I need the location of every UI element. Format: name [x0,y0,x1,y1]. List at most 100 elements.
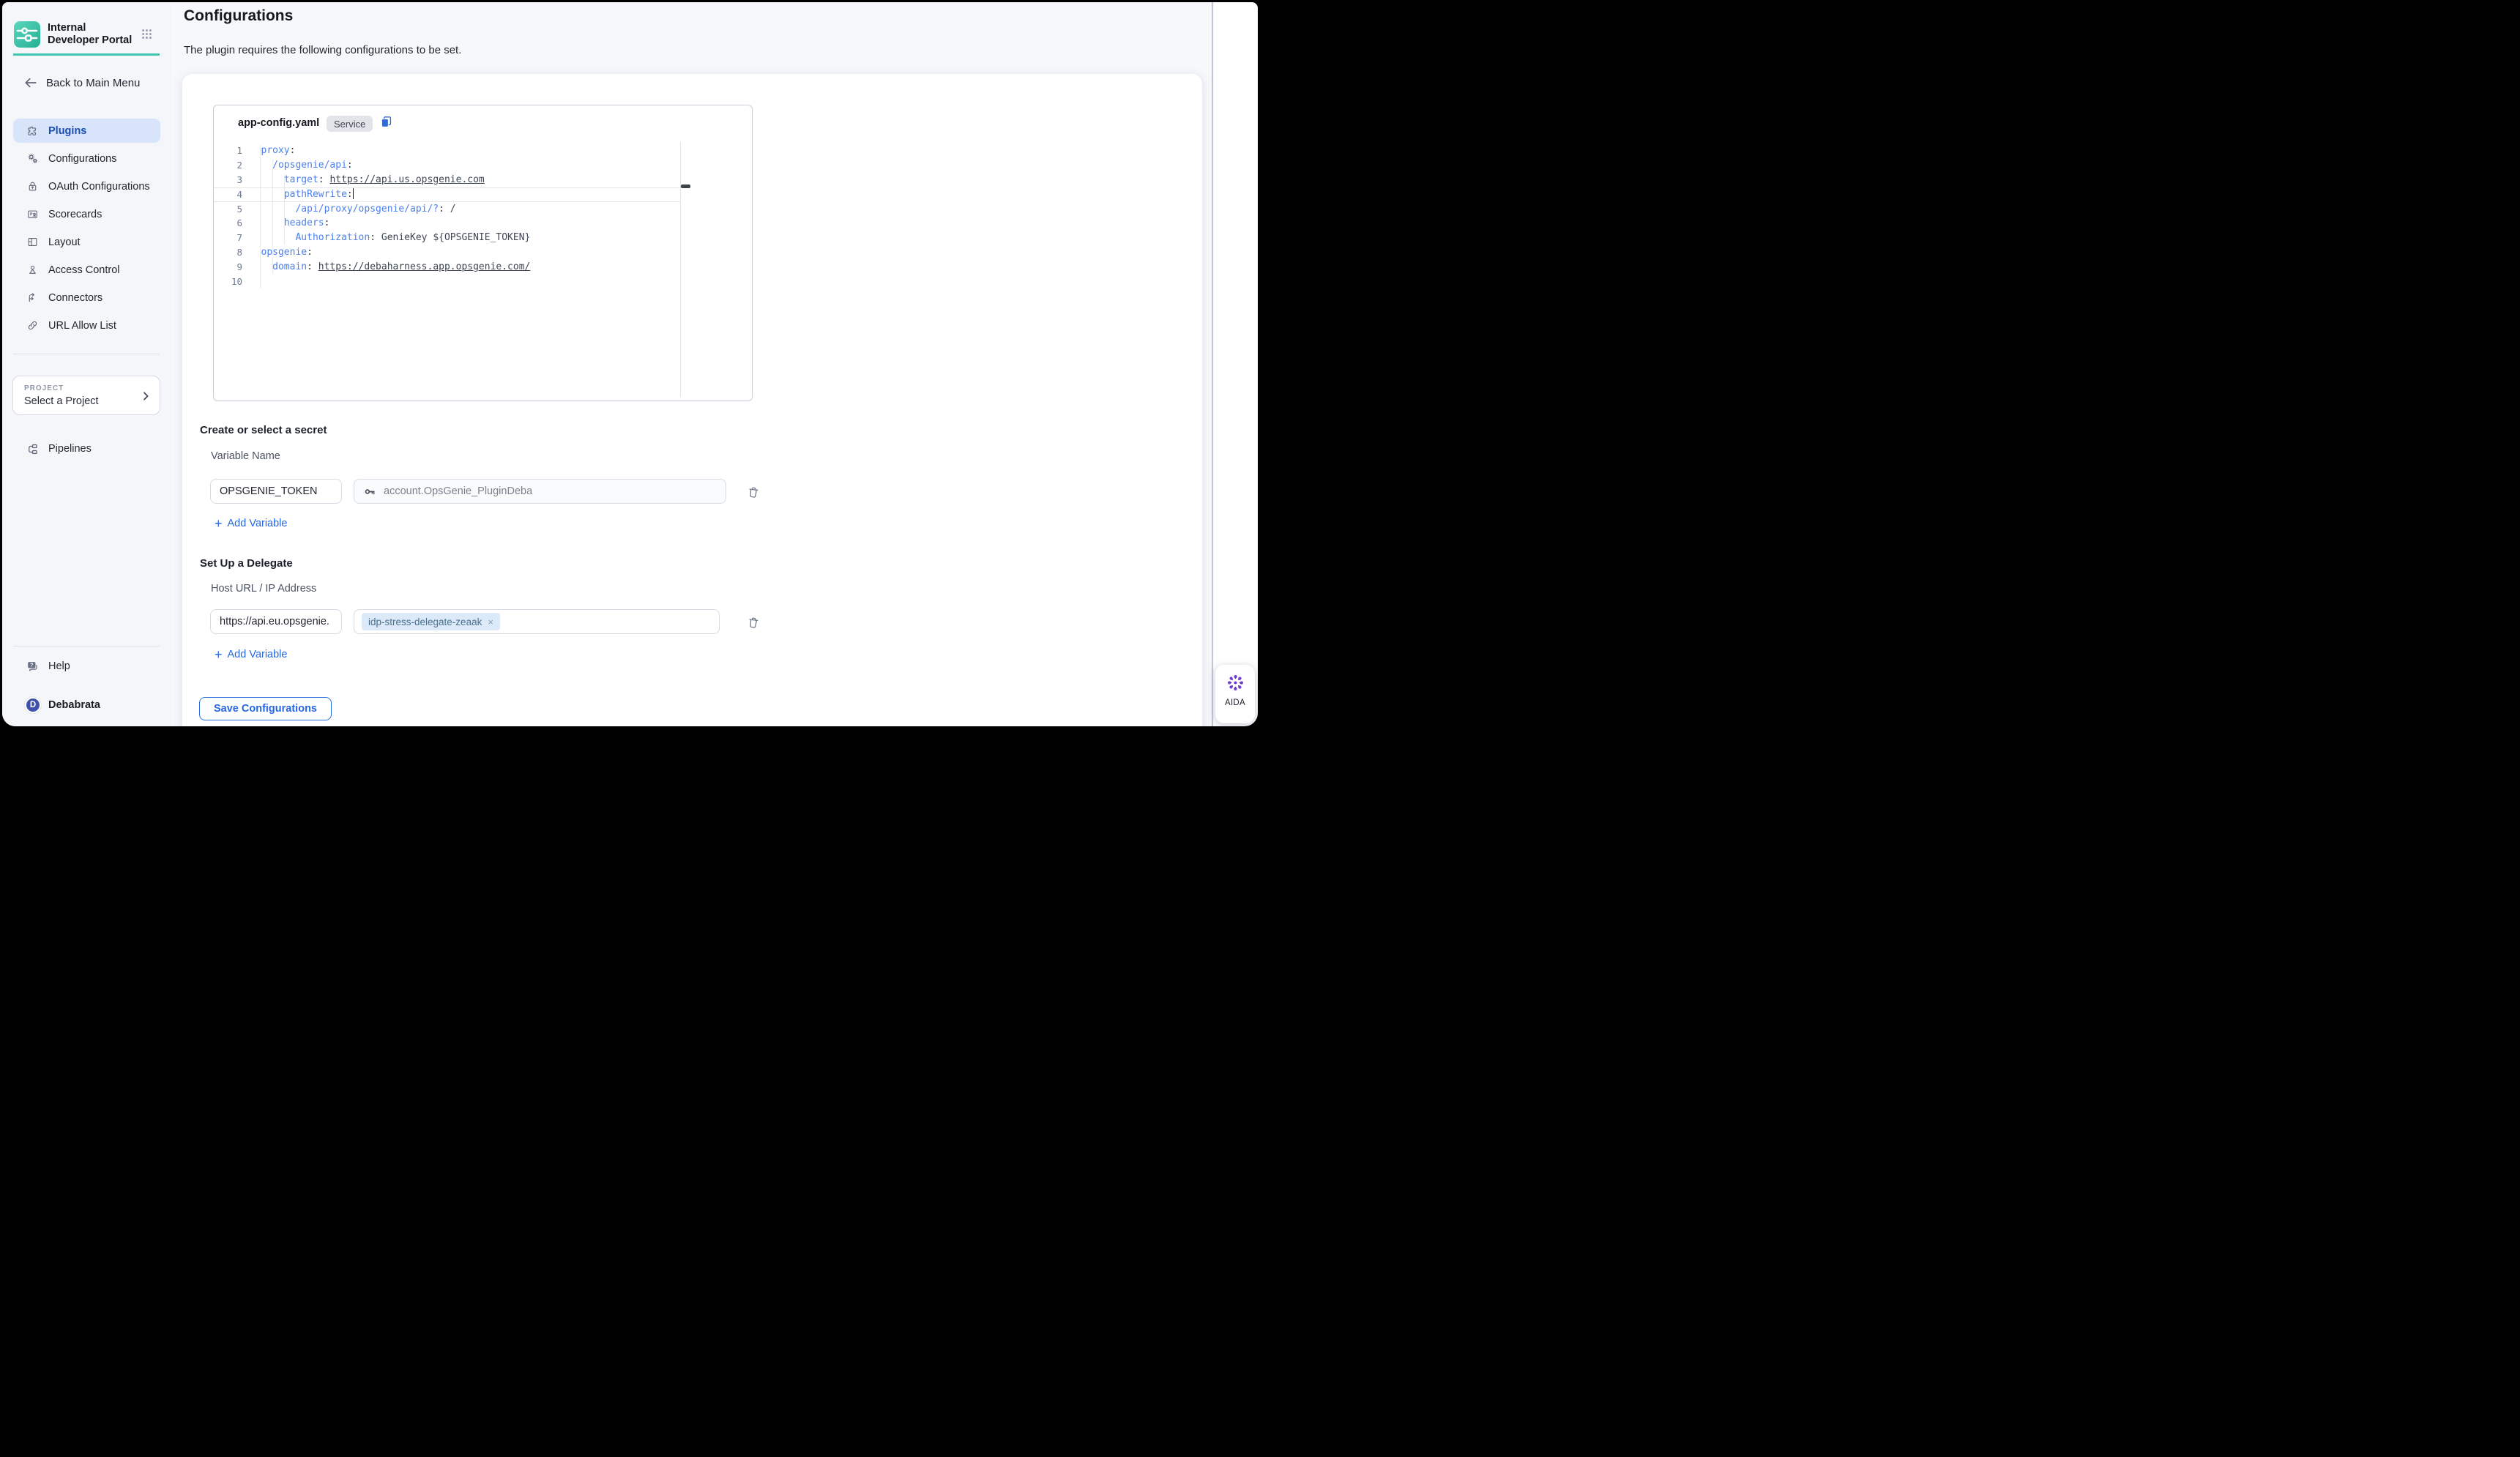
user-menu[interactable]: D Debabrata [13,693,160,717]
code-line-8[interactable]: 8 opsgenie: [214,245,680,260]
lock-icon [26,180,39,193]
remove-tag-icon[interactable]: × [488,616,493,627]
variable-name-label: Variable Name [211,450,280,462]
save-configurations-button[interactable]: Save Configurations [199,697,332,720]
editor-scroll-thumb[interactable] [681,185,690,188]
plus-icon: + [215,648,223,661]
delegate-tag-chip: idp-stress-delegate-zeaak × [362,613,500,630]
variable-name-input[interactable] [210,479,342,504]
line-content: /opsgenie/api: [261,158,353,173]
copy-icon[interactable] [379,115,393,129]
app-window: Internal Developer Portal Back to Main M… [2,2,1258,726]
sidebar-item-label: Connectors [48,292,102,304]
secret-section-heading: Create or select a secret [200,424,327,436]
line-content: proxy: [261,144,296,158]
delete-secret-row-button[interactable] [746,485,761,500]
aida-button[interactable]: AIDA [1215,665,1255,723]
line-content: /api/proxy/opsgenie/api/?: / [261,202,456,217]
layout-icon [26,236,39,248]
code-line-2[interactable]: 2 /opsgenie/api: [214,158,680,173]
delegate-tags-field[interactable]: idp-stress-delegate-zeaak × [354,609,720,634]
line-content: domain: https://debaharness.app.opsgenie… [261,260,531,275]
sidebar-item-access-control[interactable]: Access Control [13,258,160,282]
code-line-1[interactable]: 1 proxy: [214,144,680,158]
line-number: 10 [214,275,242,289]
sidebar-item-label: OAuth Configurations [48,181,150,193]
link-icon [26,319,39,332]
aida-label: AIDA [1215,698,1255,707]
line-content: opsgenie: [261,245,313,260]
sidebar: Internal Developer Portal Back to Main M… [2,2,171,726]
right-rail-divider [1212,2,1213,726]
add-variable-button-delegate[interactable]: + Add Variable [215,647,287,662]
add-variable-button-secret[interactable]: + Add Variable [215,516,287,531]
sidebar-item-configurations[interactable]: Configurations [13,146,160,171]
puzzle-icon [26,124,39,137]
secret-reference-value: account.OpsGenie_PluginDeba [384,485,532,497]
sidebar-item-url-allow-list[interactable]: URL Allow List [13,313,160,338]
code-line-4[interactable]: 4 pathRewrite: [214,187,680,202]
project-value: Select a Project [24,395,99,407]
host-url-input[interactable] [210,609,342,634]
code-line-6[interactable]: 6 headers: [214,216,680,231]
brand-accent-rule [13,53,160,56]
code-line-3[interactable]: 3 target: https://api.us.opsgenie.com [214,173,680,187]
line-number: 4 [214,187,242,202]
line-number: 1 [214,144,242,158]
line-number: 3 [214,173,242,187]
editor-filename: app-config.yaml [238,117,319,129]
code-line-7[interactable]: 7 Authorization: GenieKey ${OPSGENIE_TOK… [214,231,680,245]
line-number: 7 [214,231,242,245]
sidebar-item-label: URL Allow List [48,320,116,332]
pipelines-icon [26,442,40,456]
sidebar-item-scorecards[interactable]: Scorecards [13,202,160,226]
app-title: Internal Developer Portal [48,22,139,46]
project-label: PROJECT [24,384,64,392]
editor-scroll-track [680,142,681,397]
aida-flower-icon [1226,673,1245,693]
code-line-9[interactable]: 9 domain: https://debaharness.app.opsgen… [214,260,680,275]
sidebar-item-label: Configurations [48,153,117,165]
sidebar-item-oauth-configurations[interactable]: OAuth Configurations [13,174,160,198]
help-button[interactable]: ? Help [13,655,160,678]
secret-reference-field[interactable]: account.OpsGenie_PluginDeba [354,479,726,504]
chevron-right-icon [140,390,152,402]
line-content: Authorization: GenieKey ${OPSGENIE_TOKEN… [261,231,531,245]
project-selector[interactable]: PROJECT Select a Project [12,376,160,415]
back-to-main-menu-label: Back to Main Menu [46,77,140,89]
branch-icon [26,291,39,304]
pipelines-label: Pipelines [48,443,92,455]
sidebar-item-layout[interactable]: Layout [13,230,160,254]
arrow-left-icon [23,75,38,90]
line-number: 2 [214,158,242,173]
app-switcher-icon[interactable] [141,28,153,40]
page-subtitle: The plugin requires the following config… [184,44,461,56]
code-line-10[interactable]: 10 [214,275,680,289]
scorecard-icon [26,208,39,220]
person-icon [26,264,39,276]
line-number: 8 [214,245,242,260]
configurations-panel: app-config.yaml Service 1proxy:2 /opsgen… [182,74,1202,726]
sidebar-item-plugins[interactable]: Plugins [13,119,160,143]
page-title: Configurations [184,7,293,25]
host-url-label: Host URL / IP Address [211,583,316,595]
sidebar-item-label: Scorecards [48,209,102,220]
text-cursor [353,188,354,199]
line-content: pathRewrite: [261,187,354,202]
code-line-5[interactable]: 5 /api/proxy/opsgenie/api/?: / [214,202,680,217]
help-label: Help [48,660,70,672]
line-number: 9 [214,260,242,275]
code-area[interactable]: 1proxy:2 /opsgenie/api:3 target: https:/… [214,144,752,289]
yaml-editor[interactable]: app-config.yaml Service 1proxy:2 /opsgen… [213,105,753,401]
gears-icon [26,152,39,165]
sidebar-item-pipelines[interactable]: Pipelines [13,437,160,461]
sidebar-nav: Plugins Configurations OAuth Configuration… [13,119,160,341]
main-area: Configurations The plugin requires the f… [171,2,1214,726]
sidebar-item-connectors[interactable]: Connectors [13,286,160,310]
back-to-main-menu-button[interactable]: Back to Main Menu [13,72,160,94]
service-badge: Service [327,116,373,132]
plus-icon: + [215,517,223,530]
line-number: 5 [214,202,242,217]
delete-delegate-row-button[interactable] [746,615,761,630]
user-avatar: D [25,697,41,713]
